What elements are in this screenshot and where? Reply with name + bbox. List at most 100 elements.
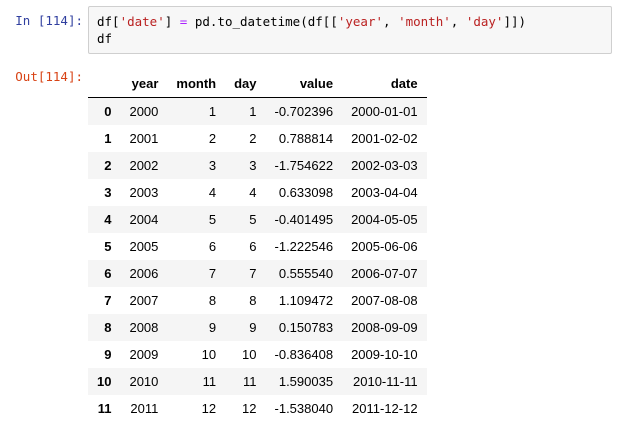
cell-month: 3 (208, 158, 217, 173)
code-token-plain: df[ (97, 14, 120, 29)
cell-year: 2011 (130, 401, 159, 416)
cell-day: 3 (249, 158, 257, 173)
code-token-plain: pd.to_datetime(df[[ (187, 14, 338, 29)
table-row: 3 2003 4 4 0.633098 2003-04-04 (88, 179, 427, 206)
cell-date: 2003-04-04 (351, 185, 418, 200)
table-row: 5 2005 6 6 -1.222546 2005-06-06 (88, 233, 427, 260)
row-index: 8 (104, 320, 112, 335)
cell-year: 2009 (129, 347, 159, 362)
cell-date: 2009-10-10 (351, 347, 418, 362)
cell-day: 10 (242, 347, 257, 362)
row-index: 0 (104, 104, 112, 119)
row-index: 11 (97, 401, 112, 416)
code-token-string: 'day' (465, 14, 504, 29)
cell-value: -0.836408 (274, 347, 334, 362)
cell-month: 8 (208, 293, 217, 308)
cell-month: 10 (201, 347, 217, 362)
cell-year: 2005 (129, 239, 159, 254)
cell-date: 2001-02-02 (351, 131, 418, 146)
cell-value: -0.702396 (274, 104, 334, 119)
row-index: 2 (104, 158, 112, 173)
table-row: 2 2002 3 3 -1.754622 2002-03-03 (88, 152, 427, 179)
table-row: 8 2008 9 9 0.150783 2008-09-09 (88, 314, 427, 341)
cell-day: 6 (249, 239, 257, 254)
cell-value: -1.754622 (274, 158, 334, 173)
cell-value: -1.538040 (274, 401, 334, 416)
cell-value: 0.633098 (278, 185, 334, 200)
cell-date: 2011-12-12 (352, 401, 418, 416)
table-row: 6 2006 7 7 0.555540 2006-07-07 (88, 260, 427, 287)
row-index: 4 (104, 212, 112, 227)
index-column-header (88, 70, 121, 98)
cell-day: 1 (249, 104, 257, 119)
cell-date: 2006-07-07 (351, 266, 418, 281)
code-editor[interactable]: df['date'] = pd.to_datetime(df[['year', … (88, 6, 612, 54)
row-index: 9 (104, 347, 112, 362)
cell-date: 2005-06-06 (351, 239, 418, 254)
cell-month: 6 (208, 239, 217, 254)
table-row: 0 2000 1 1 -0.702396 2000-01-01 (88, 97, 427, 125)
cell-year: 2004 (129, 212, 159, 227)
cell-date: 2007-08-08 (351, 293, 418, 308)
code-token-plain: ] (164, 14, 180, 29)
row-index: 1 (104, 131, 112, 146)
cell-year: 2001 (129, 131, 159, 146)
cell-value: 1.590035 (278, 374, 334, 389)
table-row: 7 2007 8 8 1.109472 2007-08-08 (88, 287, 427, 314)
output-cell: Out[114]: year month day value date 0 2000 1 1-… (0, 62, 617, 422)
cell-value: 0.788814 (278, 131, 334, 146)
table-row: 4 2004 5 5 -0.401495 2004-05-05 (88, 206, 427, 233)
table-row: 11 2011 12 12 -1.538040 2011-12-12 (88, 395, 427, 422)
code-token-string: 'month' (398, 14, 451, 29)
cell-month: 11 (202, 374, 217, 389)
cell-month: 12 (201, 401, 217, 416)
dataframe-body: 0 2000 1 1 -0.702396 2000-01-01 1 2001 2 2 0.78881… (88, 97, 427, 422)
cell-year: 2000 (129, 104, 159, 119)
cell-month: 7 (208, 266, 217, 281)
column-header-date: date (342, 70, 427, 98)
cell-year: 2007 (129, 293, 159, 308)
cell-day: 8 (249, 293, 257, 308)
column-header-value: value (265, 70, 343, 98)
table-row: 10 2010 11 11 1.590035 2010-11-11 (88, 368, 427, 395)
table-row: 9 2009 10 10 -0.836408 2009-10-10 (88, 341, 427, 368)
cell-day: 11 (243, 374, 257, 389)
cell-month: 9 (208, 320, 217, 335)
cell-day: 9 (249, 320, 257, 335)
dataframe-header: year month day value date (88, 70, 427, 98)
cell-date: 2008-09-09 (351, 320, 418, 335)
output-prompt: Out[114]: (15, 69, 83, 84)
cell-value: -1.222546 (274, 239, 334, 254)
code-token-plain: df (97, 31, 113, 46)
row-index: 10 (97, 374, 112, 389)
cell-date: 2002-03-03 (351, 158, 418, 173)
cell-value: 0.555540 (278, 266, 334, 281)
cell-value: 0.150783 (278, 320, 334, 335)
cell-value: -0.401495 (274, 212, 334, 227)
cell-year: 2003 (129, 185, 159, 200)
code-cell: In [114]: df['date'] = pd.to_datetime(df… (0, 6, 617, 54)
output-area: year month day value date 0 2000 1 1 -0.702396 20… (88, 62, 617, 422)
row-index: 3 (104, 185, 112, 200)
row-index: 5 (104, 239, 112, 254)
cell-day: 2 (249, 131, 257, 146)
cell-year: 2002 (129, 158, 159, 173)
code-token-string: 'date' (119, 14, 165, 29)
cell-date: 2000-01-01 (351, 104, 418, 119)
code-line: df['date'] = pd.to_datetime(df[['year', … (97, 13, 603, 30)
cell-month: 2 (208, 131, 217, 146)
cell-year: 2010 (129, 374, 159, 389)
column-header-month: month (167, 70, 226, 98)
row-index: 7 (104, 293, 112, 308)
cell-year: 2006 (129, 266, 159, 281)
table-row: 1 2001 2 2 0.788814 2001-02-02 (88, 125, 427, 152)
cell-month: 4 (208, 185, 217, 200)
cell-day: 7 (249, 266, 257, 281)
cell-month: 5 (208, 212, 217, 227)
cell-date: 2004-05-05 (351, 212, 418, 227)
cell-month: 1 (208, 104, 217, 119)
code-token-plain: ]]) (503, 14, 527, 29)
cell-day: 12 (242, 401, 257, 416)
input-prompt: In [114]: (15, 13, 83, 28)
code-token-plain: , (450, 14, 466, 29)
